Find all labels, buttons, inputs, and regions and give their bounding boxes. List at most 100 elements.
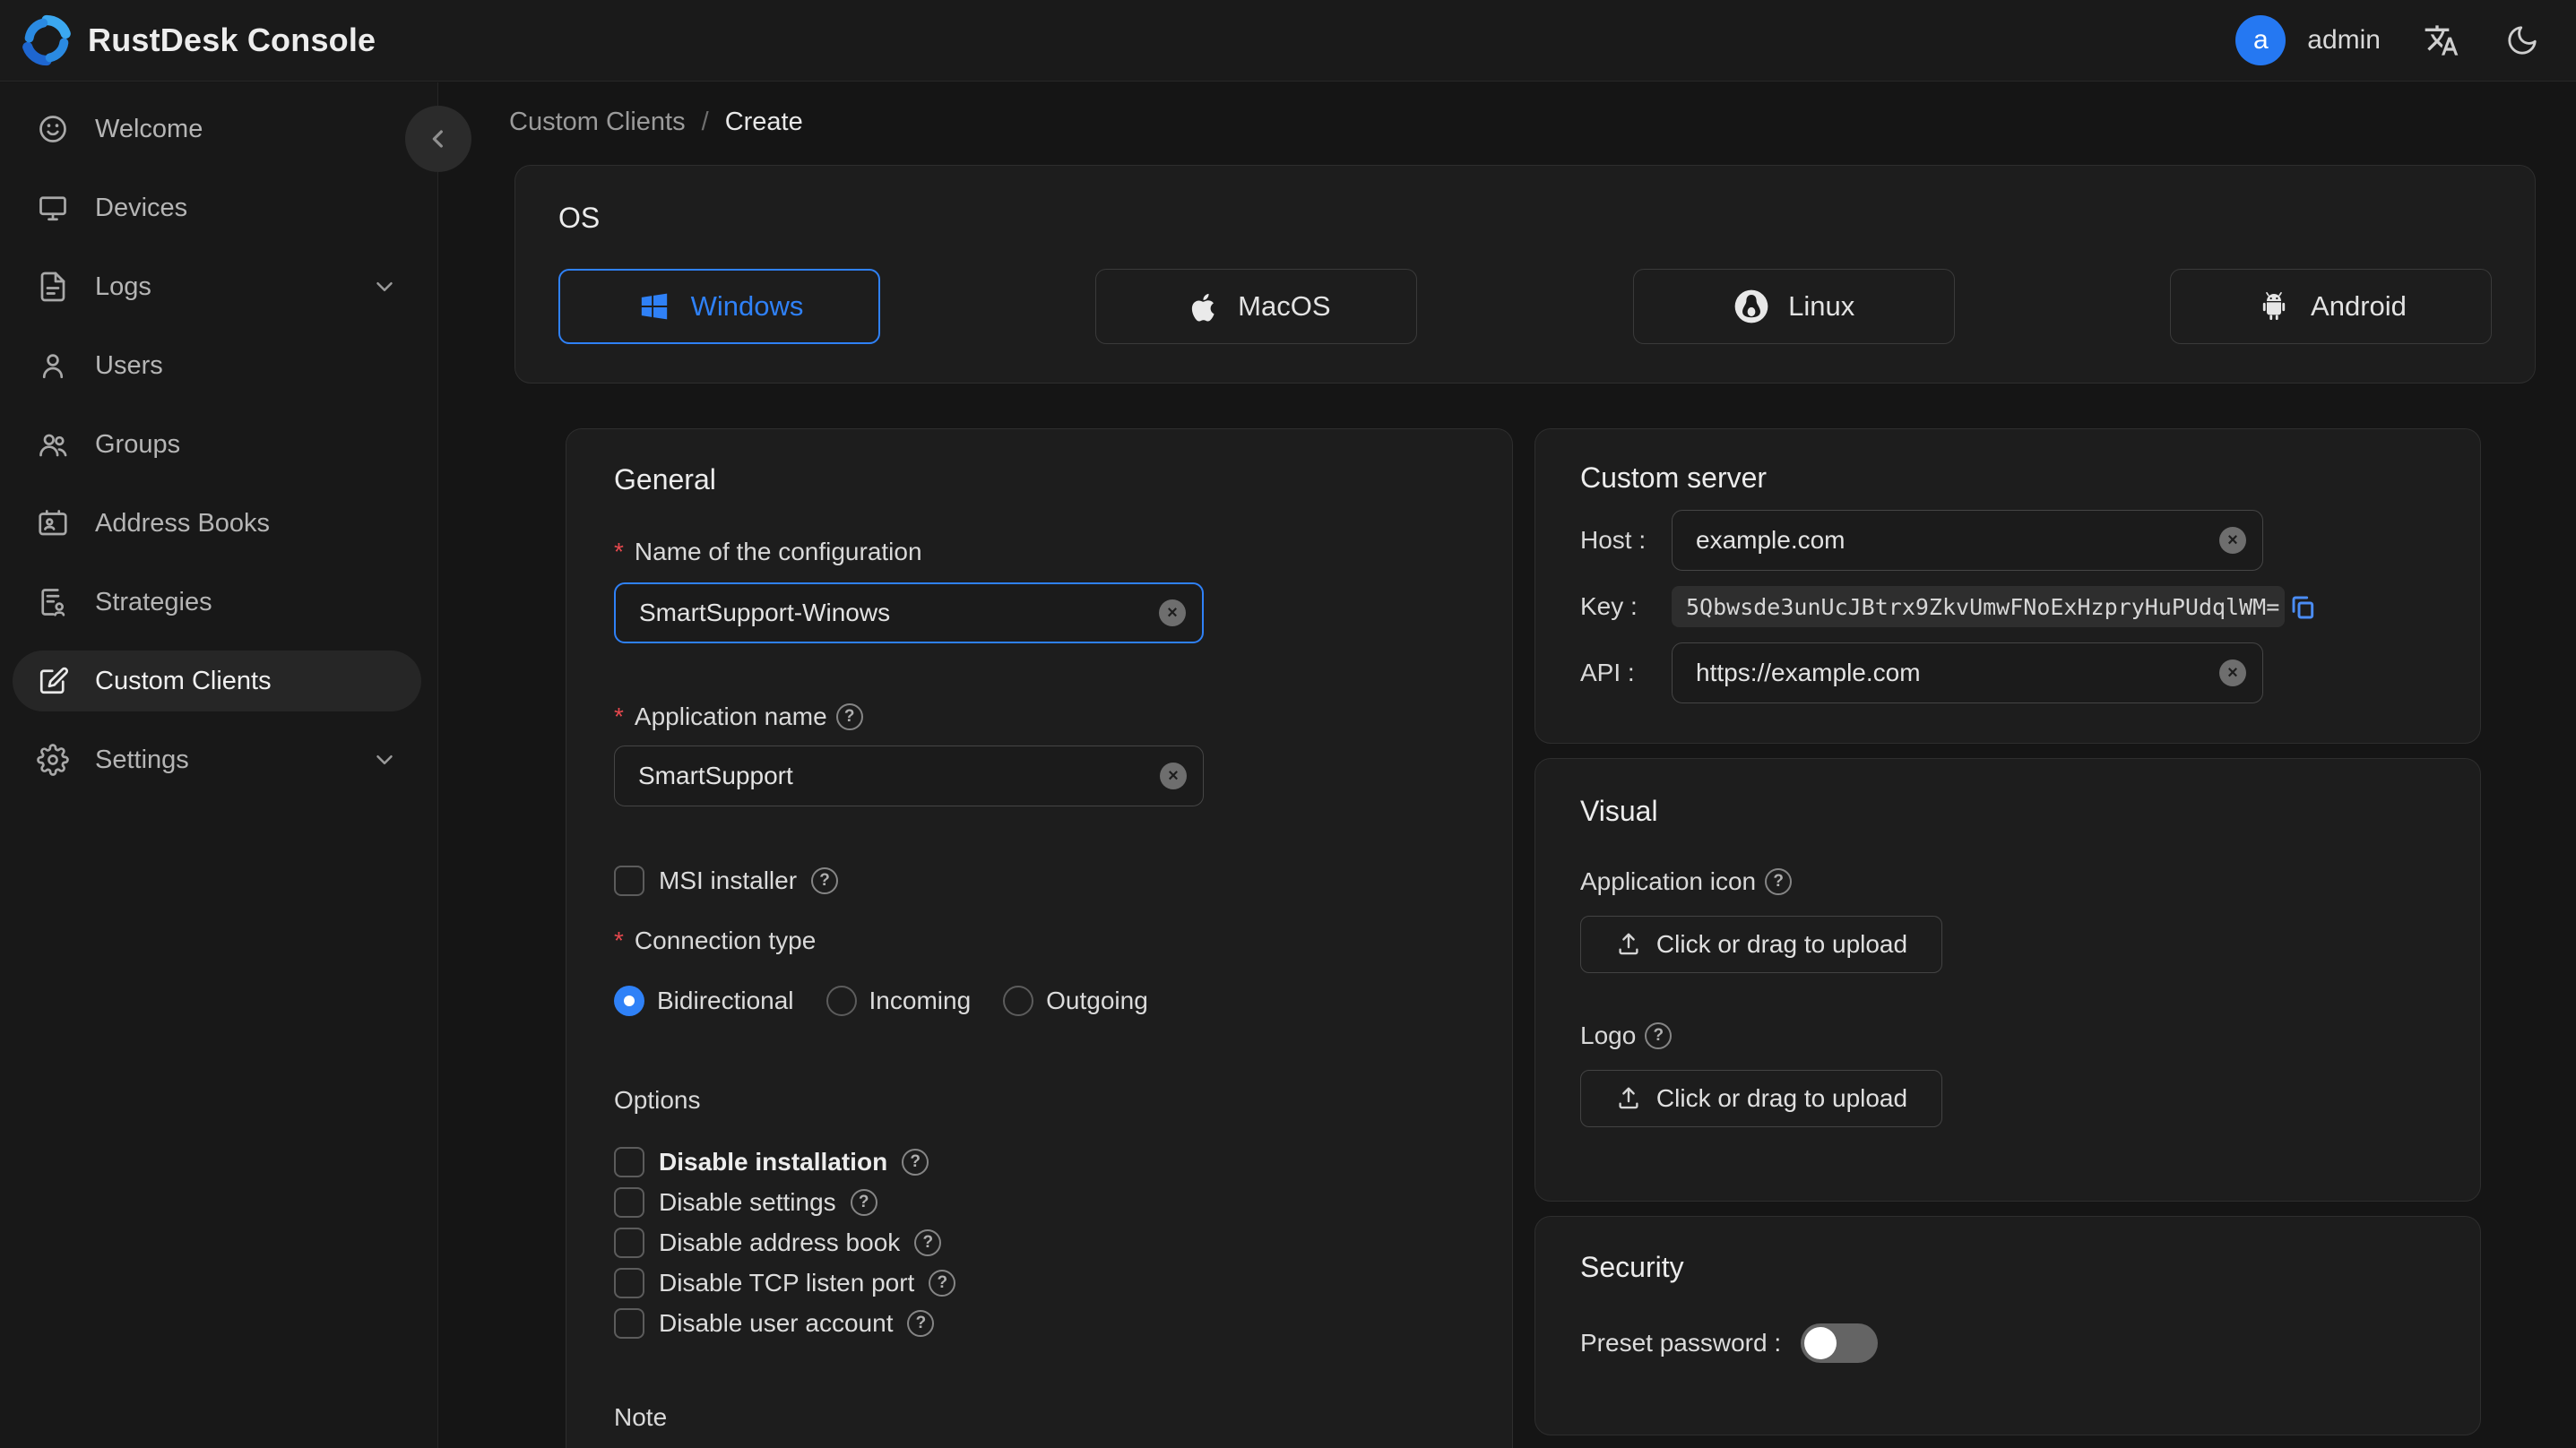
smiley-icon — [36, 112, 70, 146]
security-panel: Security Preset password : — [1534, 1216, 2481, 1435]
rustdesk-logo — [22, 14, 71, 66]
os-button-macos[interactable]: MacOS — [1095, 269, 1418, 344]
checkbox[interactable] — [614, 1268, 644, 1298]
username[interactable]: admin — [2307, 25, 2381, 56]
clear-icon[interactable]: × — [1159, 599, 1186, 626]
radio-icon[interactable] — [614, 986, 644, 1016]
monitor-icon — [36, 191, 70, 225]
config-name-input[interactable]: SmartSupport-Winows × — [614, 582, 1204, 643]
moon-icon[interactable] — [2503, 21, 2542, 60]
help-icon[interactable]: ? — [835, 703, 863, 730]
edit-square-icon — [36, 664, 70, 698]
radio-outgoing[interactable]: Outgoing — [1003, 986, 1148, 1016]
gear-icon — [36, 743, 70, 777]
sidebar-item-address-books[interactable]: Address Books — [13, 493, 421, 554]
option-disable-installation[interactable]: Disable installation ? — [614, 1147, 1465, 1177]
help-icon[interactable]: ? — [1765, 868, 1793, 895]
user-icon — [36, 349, 70, 383]
chevron-left-icon — [432, 130, 443, 148]
breadcrumb-current: Create — [724, 108, 803, 136]
os-button-label: MacOS — [1238, 290, 1331, 322]
app-title: RustDesk Console — [88, 22, 376, 58]
os-panel-title: OS — [558, 202, 601, 234]
translate-icon[interactable] — [2422, 21, 2461, 60]
logo-label: Logo ? — [1580, 1021, 2435, 1050]
clear-icon[interactable]: × — [2219, 659, 2246, 686]
checkbox[interactable] — [614, 1187, 644, 1218]
help-icon[interactable]: ? — [902, 1149, 929, 1176]
copy-icon[interactable] — [2288, 592, 2317, 621]
checkbox[interactable] — [614, 1308, 644, 1339]
required-asterisk: * — [614, 927, 624, 954]
sidebar-item-groups[interactable]: Groups — [13, 414, 421, 475]
os-button-android[interactable]: Android — [2169, 269, 2492, 344]
radio-icon[interactable] — [826, 986, 857, 1016]
clear-icon[interactable]: × — [1160, 763, 1187, 789]
config-name-label: * Name of the configuration — [614, 538, 922, 565]
checkbox[interactable] — [614, 1147, 644, 1177]
sidebar-item-custom-clients[interactable]: Custom Clients — [13, 651, 421, 711]
sidebar-item-users[interactable]: Users — [13, 335, 421, 396]
host-input[interactable]: example.com × — [1672, 510, 2263, 571]
help-icon[interactable]: ? — [850, 1189, 877, 1216]
os-button-linux[interactable]: Linux — [1632, 269, 1955, 344]
sidebar-collapse-button[interactable] — [405, 106, 471, 172]
required-asterisk: * — [614, 702, 624, 730]
key-value: 5Qbwsde3unUcJBtrx9ZkvUmwFNoExHzpryHuPUdq… — [1686, 593, 2280, 620]
application-name-value: SmartSupport — [638, 762, 793, 789]
sidebar-item-label: Custom Clients — [95, 666, 272, 695]
visual-title: Visual — [1580, 795, 1658, 827]
android-icon — [2255, 288, 2293, 325]
upload-button-label: Click or drag to upload — [1655, 1084, 1908, 1112]
sidebar-item-label: Logs — [95, 272, 151, 301]
option-disable-settings[interactable]: Disable settings ? — [614, 1187, 1465, 1218]
logo-upload-button[interactable]: Click or drag to upload — [1580, 1070, 1942, 1127]
sidebar-item-strategies[interactable]: Strategies — [13, 572, 421, 633]
os-button-label: Android — [2311, 290, 2407, 322]
windows-icon — [635, 288, 673, 325]
msi-installer-checkbox[interactable] — [614, 866, 644, 896]
avatar[interactable]: a — [2235, 15, 2286, 65]
api-label: API : — [1580, 659, 1635, 686]
api-value: https://example.com — [1696, 659, 1921, 686]
breadcrumb-parent[interactable]: Custom Clients — [509, 108, 686, 137]
os-button-windows[interactable]: Windows — [558, 269, 880, 344]
preset-password-toggle[interactable] — [1801, 1323, 1879, 1363]
help-icon[interactable]: ? — [907, 1310, 935, 1337]
help-icon[interactable]: ? — [811, 867, 839, 894]
help-icon[interactable]: ? — [929, 1270, 956, 1297]
config-name-value: SmartSupport-Winows — [639, 599, 891, 626]
custom-server-title: Custom server — [1580, 461, 1768, 494]
checkbox[interactable] — [614, 1228, 644, 1258]
visual-panel: Visual Application icon ? Click or drag … — [1534, 758, 2481, 1202]
msi-installer-label: MSI installer — [659, 866, 798, 894]
help-icon[interactable]: ? — [914, 1229, 942, 1256]
sidebar-item-welcome[interactable]: Welcome — [13, 99, 421, 159]
help-icon[interactable]: ? — [1645, 1022, 1673, 1049]
option-disable-user-account[interactable]: Disable user account ? — [614, 1308, 1465, 1339]
application-name-input[interactable]: SmartSupport × — [614, 746, 1204, 806]
sidebar-item-label: Settings — [95, 745, 189, 774]
option-disable-address-book[interactable]: Disable address book ? — [614, 1228, 1465, 1258]
general-panel: General * Name of the configuration Smar… — [566, 428, 1513, 1448]
required-asterisk: * — [614, 538, 624, 565]
option-disable-tcp-listen-port[interactable]: Disable TCP listen port ? — [614, 1268, 1465, 1298]
application-icon-upload-button[interactable]: Click or drag to upload — [1580, 916, 1942, 973]
sidebar-item-label: Strategies — [95, 587, 212, 616]
radio-bidirectional[interactable]: Bidirectional — [614, 986, 794, 1016]
breadcrumb: Custom Clients / Create — [509, 108, 803, 137]
radio-incoming[interactable]: Incoming — [826, 986, 971, 1016]
sidebar-item-settings[interactable]: Settings — [13, 729, 421, 790]
sidebar-item-label: Devices — [95, 193, 188, 222]
key-row: Key : 5Qbwsde3unUcJBtrx9ZkvUmwFNoExHzpry… — [1580, 586, 2435, 627]
sidebar-item-logs[interactable]: Logs — [13, 256, 421, 317]
api-input[interactable]: https://example.com × — [1672, 642, 2263, 703]
sidebar-item-devices[interactable]: Devices — [13, 177, 421, 238]
chevron-down-icon — [371, 273, 398, 300]
host-label: Host : — [1580, 526, 1647, 554]
file-text-icon — [36, 270, 70, 304]
application-icon-label: Application icon ? — [1580, 867, 2435, 896]
radio-icon[interactable] — [1003, 986, 1034, 1016]
clear-icon[interactable]: × — [2219, 527, 2246, 554]
msi-installer-row: MSI installer ? — [614, 866, 1465, 896]
